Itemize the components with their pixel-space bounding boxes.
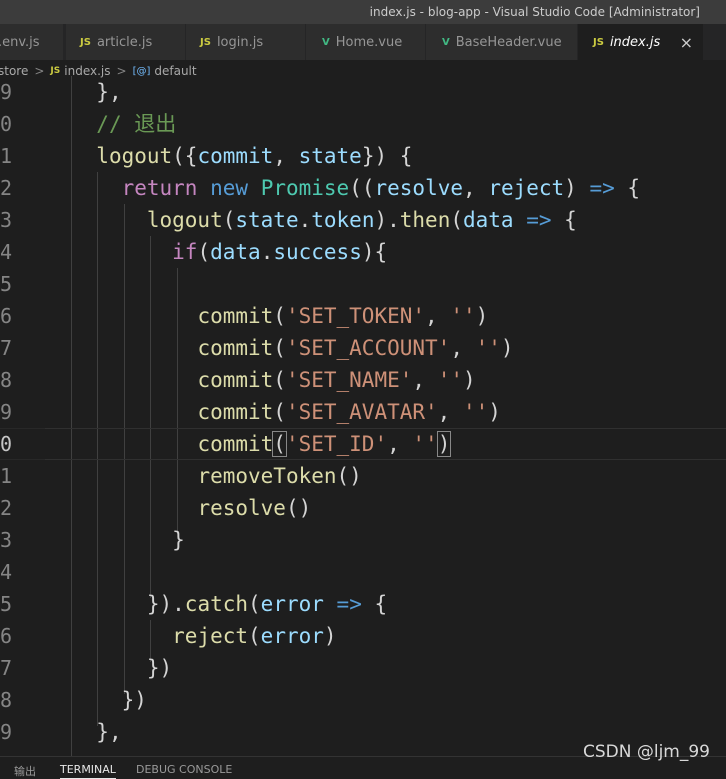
line-number: 90: [0, 432, 13, 456]
line-number: 87: [0, 336, 13, 360]
code-text: commit('SET_AVATAR', ''): [197, 400, 501, 424]
tab-env-js[interactable]: .env.js: [0, 24, 64, 60]
code-line: 85: [0, 268, 726, 300]
line-number: 80: [0, 112, 13, 136]
code-text: if(data.success){: [172, 240, 388, 264]
vue-file-icon: V: [322, 36, 330, 48]
tab-baseheader-vue[interactable]: V BaseHeader.vue: [426, 24, 578, 60]
code-text: removeToken(): [197, 464, 362, 488]
code-line: 81 logout({commit, state}) {: [0, 140, 726, 172]
code-text: commit('SET_ACCOUNT', ''): [197, 336, 514, 360]
symbol-icon: [@]: [132, 65, 151, 77]
code-text: // 退出: [96, 112, 177, 136]
js-file-icon: JS: [80, 36, 91, 48]
line-number: 79: [0, 80, 13, 104]
tab-label: login.js: [216, 34, 264, 50]
code-line: 86 commit('SET_TOKEN', ''): [0, 300, 726, 332]
code-text: commit('SET_NAME', ''): [197, 368, 476, 392]
code-line: 93 }: [0, 524, 726, 556]
line-number: 96: [0, 624, 13, 648]
code-line: 92 resolve(): [0, 492, 726, 524]
line-number: 99: [0, 720, 13, 744]
js-file-icon: JS: [50, 66, 61, 76]
line-number: 85: [0, 272, 13, 296]
tab-login-js[interactable]: JS login.js: [186, 24, 306, 60]
code-text: reject(error): [172, 624, 337, 648]
line-number: 84: [0, 240, 13, 264]
code-text: }).catch(error => {: [146, 592, 388, 616]
editor-tab-bar: .env.js JS article.js JS login.js V Home…: [0, 24, 726, 60]
title-bar: index.js - blog-app - Visual Studio Code…: [0, 0, 726, 24]
code-text: commit('SET_TOKEN', ''): [197, 304, 489, 328]
code-line: 80 // 退出: [0, 108, 726, 140]
code-line: 98 }): [0, 684, 726, 716]
panel-tab-debug-console[interactable]: DEBUG CONSOLE: [136, 763, 232, 776]
code-text: resolve(): [197, 496, 312, 520]
code-line-current: 90 commit('SET_ID', ''): [0, 428, 726, 460]
code-text: return new Promise((resolve, reject) => …: [121, 176, 641, 200]
code-line: 95 }).catch(error => {: [0, 588, 726, 620]
tab-label: .env.js: [0, 34, 40, 50]
code-line: 79 },: [0, 76, 726, 108]
tab-home-vue[interactable]: V Home.vue: [306, 24, 426, 60]
code-text: },: [96, 720, 122, 744]
code-line: 89 commit('SET_AVATAR', ''): [0, 396, 726, 428]
code-line: 96 reject(error): [0, 620, 726, 652]
tab-article-js[interactable]: JS article.js: [66, 24, 186, 60]
close-icon[interactable]: ×: [680, 33, 693, 52]
code-line: 97 }): [0, 652, 726, 684]
code-text: }: [172, 528, 185, 552]
code-text: logout({commit, state}) {: [96, 144, 413, 168]
line-number: 91: [0, 464, 13, 488]
vue-file-icon: V: [442, 36, 450, 48]
tab-label: index.js: [609, 34, 661, 50]
code-editor[interactable]: 79 }, 80 // 退出 81 logout({commit, state}…: [0, 76, 726, 756]
code-line: 87 commit('SET_ACCOUNT', ''): [0, 332, 726, 364]
line-number: 97: [0, 656, 13, 680]
watermark: CSDN @ljm_99: [582, 742, 710, 762]
line-number: 81: [0, 144, 13, 168]
line-number: 93: [0, 528, 13, 552]
line-number: 83: [0, 208, 13, 232]
line-number: 92: [0, 496, 13, 520]
line-number: 94: [0, 560, 13, 584]
code-text: }): [121, 688, 147, 712]
window-title: index.js - blog-app - Visual Studio Code…: [369, 5, 700, 19]
tab-label: Home.vue: [335, 34, 403, 50]
tab-label: BaseHeader.vue: [455, 34, 562, 50]
code-text: },: [96, 80, 122, 104]
line-number: 82: [0, 176, 13, 200]
line-number: 89: [0, 400, 13, 424]
js-file-icon: JS: [593, 36, 604, 48]
code-line: 94: [0, 556, 726, 588]
js-file-icon: JS: [200, 36, 211, 48]
code-line: 88 commit('SET_NAME', ''): [0, 364, 726, 396]
code-text: commit('SET_ID', ''): [197, 431, 452, 457]
line-number: 88: [0, 368, 13, 392]
code-line: 84 if(data.success){: [0, 236, 726, 268]
line-number: 95: [0, 592, 13, 616]
tab-label: article.js: [96, 34, 153, 50]
tab-index-js[interactable]: JS index.js ×: [578, 24, 704, 60]
code-line: 91 removeToken(): [0, 460, 726, 492]
code-line: 82 return new Promise((resolve, reject) …: [0, 172, 726, 204]
code-text: logout(state.token).then(data => {: [146, 208, 577, 232]
line-number: 98: [0, 688, 13, 712]
code-text: }): [146, 656, 173, 680]
code-line: 83 logout(state.token).then(data => {: [0, 204, 726, 236]
line-number: 86: [0, 304, 13, 328]
